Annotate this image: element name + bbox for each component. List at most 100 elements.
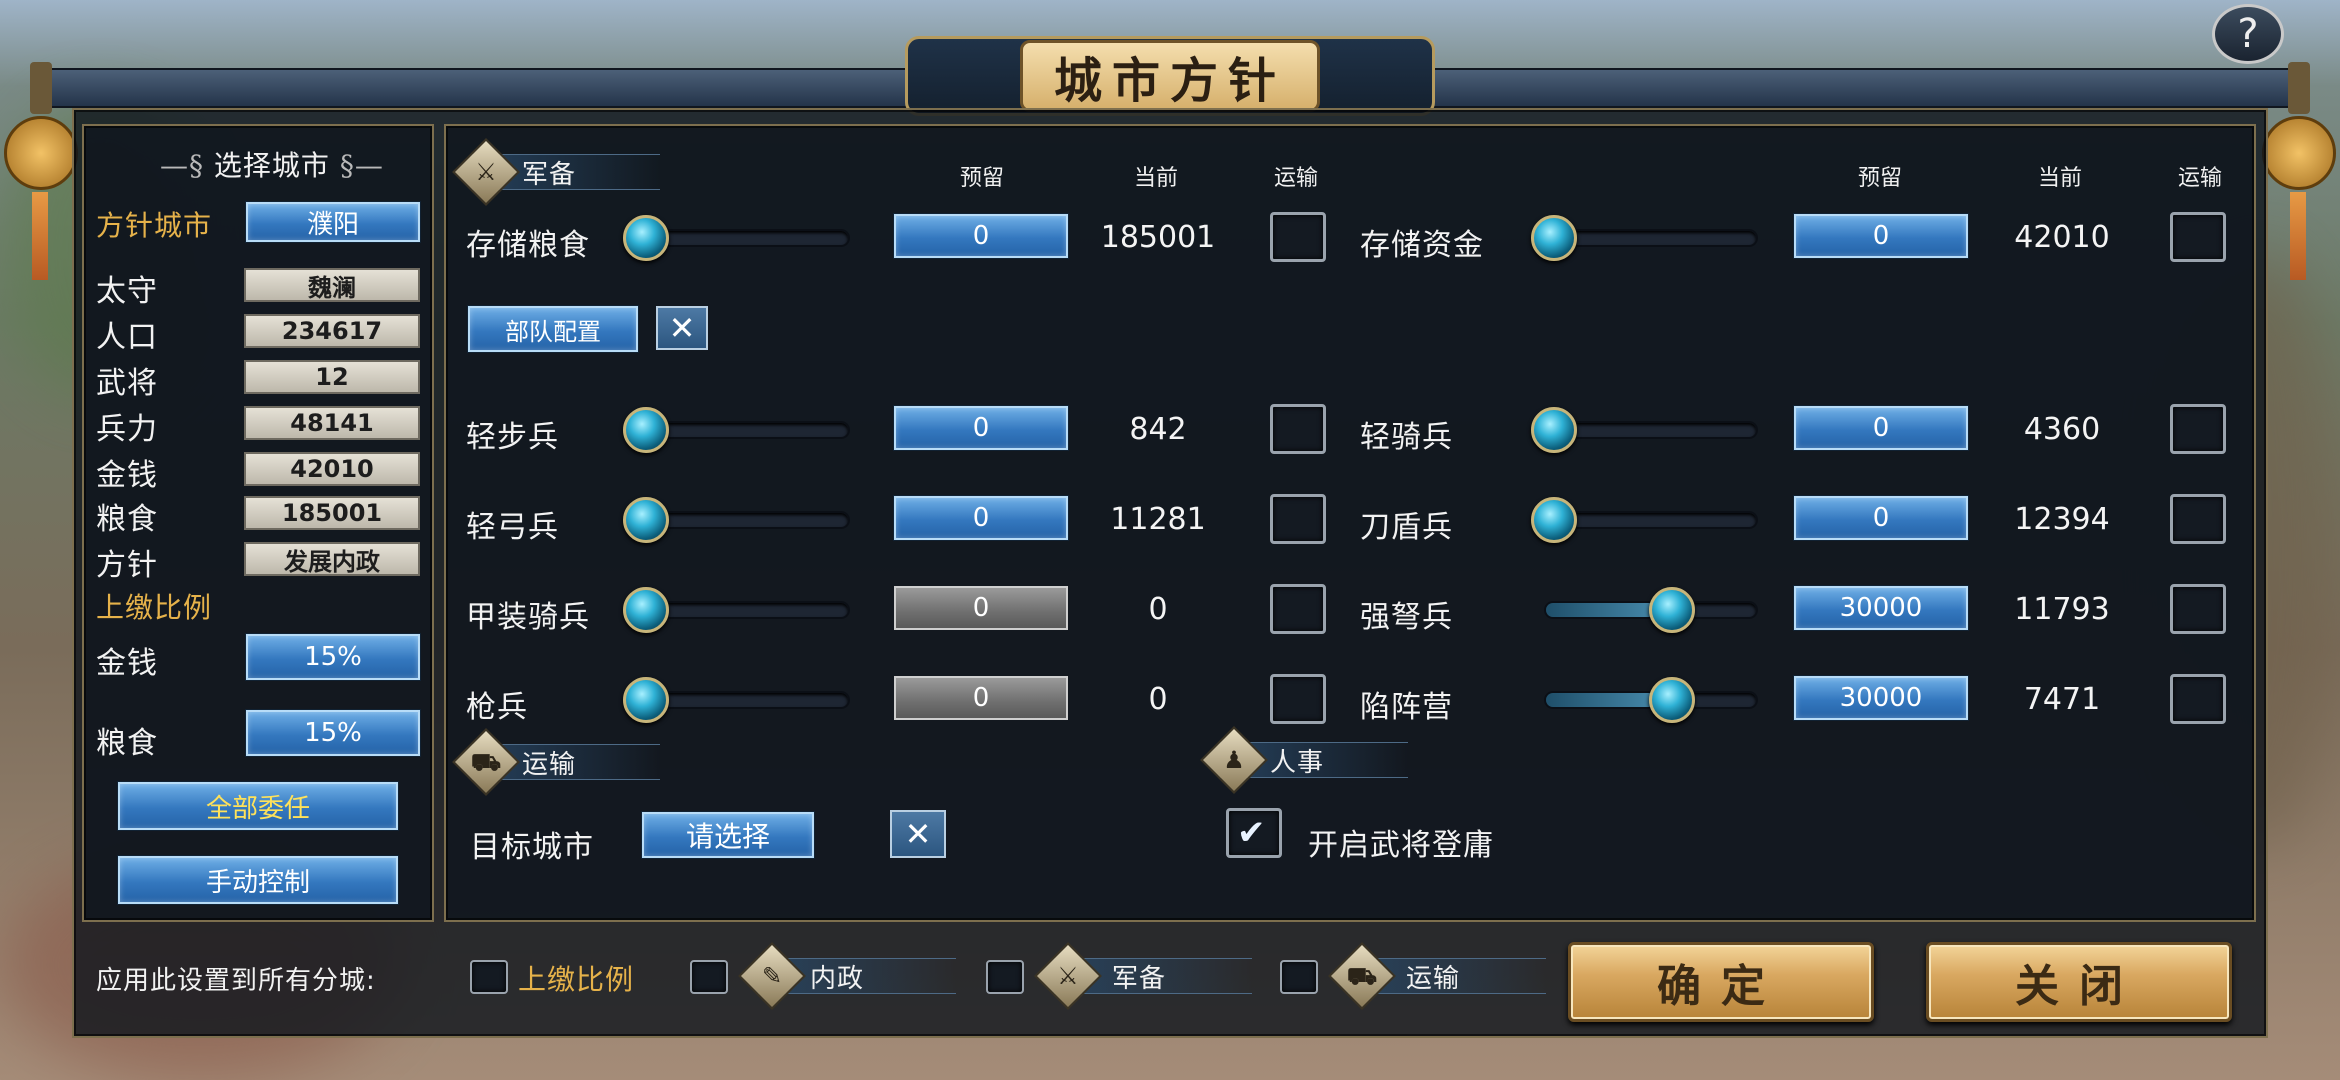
- unit-label: 轻弓兵: [466, 510, 559, 545]
- apply-domestic-label: 内政: [810, 964, 865, 994]
- unit-transport-checkbox[interactable]: [2170, 674, 2226, 724]
- col-current-left: 当前: [1134, 166, 1179, 191]
- storage-food-transport-checkbox[interactable]: [1270, 212, 1326, 262]
- military-icon-glyph: ⚔: [475, 158, 497, 186]
- storage-money-transport-checkbox[interactable]: [2170, 212, 2226, 262]
- unit-reserve-slider[interactable]: [1544, 677, 1758, 723]
- unit-label: 甲装骑兵: [466, 600, 590, 635]
- target-city-clear-button[interactable]: ✕: [890, 810, 946, 858]
- help-button[interactable]: ?: [2212, 4, 2284, 64]
- right-tassel: [2290, 192, 2306, 280]
- personnel-section-label: 人事: [1270, 748, 1325, 778]
- enable-recruit-checkbox[interactable]: [1226, 808, 1282, 858]
- apply-transport-checkbox[interactable]: [1280, 960, 1318, 994]
- storage-money-current: 42010: [2014, 220, 2110, 255]
- unit-reserve-input[interactable]: 30000: [1794, 676, 1968, 720]
- unit-transport-checkbox[interactable]: [1270, 494, 1326, 544]
- slider-knob[interactable]: [1649, 587, 1695, 633]
- unit-label: 轻步兵: [466, 420, 559, 455]
- stat-label: 兵力: [96, 412, 158, 447]
- unit-current-value: 842: [1129, 412, 1187, 447]
- apply-military-checkbox[interactable]: [986, 960, 1024, 994]
- tribute-food-selector[interactable]: 15%: [246, 710, 420, 756]
- unit-reserve-slider[interactable]: [1531, 407, 1758, 453]
- apply-tribute-checkbox[interactable]: [470, 960, 508, 994]
- unit-reserve-input[interactable]: 0: [1794, 406, 1968, 450]
- unit-label: 枪兵: [466, 690, 528, 725]
- left-scroll-end: [30, 62, 52, 114]
- unit-reserve-input[interactable]: 0: [894, 406, 1068, 450]
- unit-transport-checkbox[interactable]: [1270, 674, 1326, 724]
- unit-transport-checkbox[interactable]: [1270, 404, 1326, 454]
- slider-knob[interactable]: [1649, 677, 1695, 723]
- apply-transport-label: 运输: [1406, 964, 1461, 994]
- transport-icon-glyph: ⛟: [1346, 962, 1378, 990]
- unit-label: 轻骑兵: [1360, 420, 1453, 455]
- unit-transport-checkbox[interactable]: [2170, 584, 2226, 634]
- storage-food-label: 存储粮食: [466, 228, 590, 263]
- unit-reserve-slider[interactable]: [623, 497, 850, 543]
- unit-current-value: 7471: [2023, 682, 2101, 717]
- policy-city-selector[interactable]: 濮阳: [246, 202, 420, 242]
- transport-icon-glyph: ⛟: [470, 748, 502, 776]
- unit-current-value: 0: [1148, 592, 1168, 627]
- storage-food-slider[interactable]: [623, 215, 850, 261]
- unit-transport-checkbox[interactable]: [1270, 584, 1326, 634]
- apply-tribute-label: 上缴比例: [518, 963, 635, 996]
- stat-label: 武将: [96, 366, 158, 401]
- unit-current-value: 4360: [2023, 412, 2101, 447]
- unit-transport-checkbox[interactable]: [2170, 404, 2226, 454]
- apply-domestic-checkbox[interactable]: [690, 960, 728, 994]
- tribute-money-selector[interactable]: 15%: [246, 634, 420, 680]
- unit-reserve-slider[interactable]: [623, 587, 850, 633]
- delegate-all-button[interactable]: 全部委任: [118, 782, 398, 830]
- stat-value: 185001: [244, 496, 420, 530]
- tribute-label: 粮食: [96, 726, 158, 761]
- troop-config-button[interactable]: 部队配置: [468, 306, 638, 352]
- manual-control-button[interactable]: 手动控制: [118, 856, 398, 904]
- stat-value: 48141: [244, 406, 420, 440]
- header-ornament-left: —§: [160, 149, 214, 182]
- stat-value: 发展内政: [244, 542, 420, 576]
- storage-money-reserve-input[interactable]: 0: [1794, 214, 1968, 258]
- col-reserve-left: 预留: [960, 166, 1005, 191]
- col-transport-right: 运输: [2178, 166, 2223, 191]
- storage-food-reserve-input[interactable]: 0: [894, 214, 1068, 258]
- unit-current-value: 11793: [2014, 592, 2110, 627]
- stat-label: 金钱: [96, 458, 158, 493]
- stat-value: 魏澜: [244, 268, 420, 302]
- unit-reserve-input[interactable]: 30000: [1794, 586, 1968, 630]
- city-select-title: 选择城市: [213, 149, 330, 182]
- storage-money-slider[interactable]: [1531, 215, 1758, 261]
- storage-food-current: 185001: [1100, 220, 1216, 255]
- unit-reserve-input: 0: [894, 586, 1068, 630]
- confirm-button[interactable]: 确定: [1568, 942, 1874, 1022]
- unit-reserve-input[interactable]: 0: [1794, 496, 1968, 540]
- unit-reserve-slider[interactable]: [623, 407, 850, 453]
- storage-money-label: 存储资金: [1360, 228, 1484, 263]
- troop-config-close-button[interactable]: ✕: [656, 306, 708, 350]
- stat-label: 方针: [96, 548, 158, 583]
- unit-reserve-input[interactable]: 0: [894, 496, 1068, 540]
- unit-reserve-slider[interactable]: [1544, 587, 1758, 633]
- military-section-label: 军备: [522, 160, 577, 190]
- tribute-header: 上缴比例: [96, 591, 213, 624]
- target-city-label: 目标城市: [470, 830, 594, 865]
- close-button[interactable]: 关闭: [1926, 942, 2232, 1022]
- title-frame: 城市方针: [1020, 40, 1320, 112]
- city-select-header: —§ 选择城市 §—: [160, 144, 384, 184]
- apply-all-label: 应用此设置到所有分城:: [96, 966, 376, 996]
- unit-label: 刀盾兵: [1360, 510, 1453, 545]
- unit-transport-checkbox[interactable]: [2170, 494, 2226, 544]
- target-city-selector[interactable]: 请选择: [642, 812, 814, 858]
- stat-label: 太守: [96, 274, 158, 309]
- personnel-icon-glyph: ♟: [1223, 746, 1245, 774]
- unit-reserve-slider[interactable]: [1531, 497, 1758, 543]
- unit-reserve-input: 0: [894, 676, 1068, 720]
- page-title: 城市方针: [1053, 53, 1286, 109]
- col-transport-left: 运输: [1274, 166, 1319, 191]
- unit-reserve-slider[interactable]: [623, 677, 850, 723]
- apply-military-label: 军备: [1112, 964, 1167, 994]
- header-ornament-right: §—: [329, 149, 384, 182]
- stat-value: 234617: [244, 314, 420, 348]
